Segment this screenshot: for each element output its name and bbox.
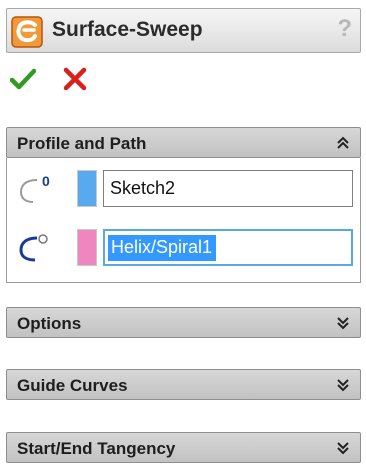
group-header-guide-curves[interactable]: Guide Curves bbox=[6, 369, 361, 400]
group-title: Profile and Path bbox=[17, 134, 147, 153]
double-chevron-down-icon[interactable] bbox=[336, 316, 350, 330]
profile-color-swatch bbox=[77, 170, 97, 207]
help-icon[interactable]: ? bbox=[337, 15, 352, 43]
profile-selection-field[interactable]: Sketch2 bbox=[103, 170, 353, 207]
path-icon bbox=[19, 234, 48, 262]
double-chevron-down-icon[interactable] bbox=[336, 378, 350, 392]
double-chevron-down-icon[interactable] bbox=[336, 441, 350, 455]
feature-title: Surface-Sweep bbox=[52, 18, 203, 41]
svg-text:0: 0 bbox=[42, 173, 50, 189]
path-value: Helix/Spiral1 bbox=[108, 235, 217, 261]
property-manager-titlebar: Surface-Sweep ? bbox=[6, 8, 361, 53]
checkmark-icon[interactable] bbox=[10, 66, 36, 92]
path-color-swatch bbox=[77, 229, 97, 266]
surface-sweep-icon bbox=[11, 16, 43, 48]
group-title: Guide Curves bbox=[17, 376, 128, 395]
double-chevron-up-icon[interactable] bbox=[336, 136, 350, 150]
group-header-profile-and-path[interactable]: Profile and Path bbox=[6, 127, 361, 158]
group-title: Options bbox=[17, 314, 82, 333]
group-title: Start/End Tangency bbox=[17, 439, 176, 458]
profile-icon: 0 bbox=[19, 173, 50, 203]
group-header-options[interactable]: Options bbox=[6, 307, 361, 338]
profile-value: Sketch2 bbox=[110, 178, 176, 198]
x-icon[interactable] bbox=[62, 66, 88, 92]
path-selection-field[interactable]: Helix/Spiral1 bbox=[103, 229, 353, 266]
profile-path-panel: 0 Sketch2 Helix/Spiral1 bbox=[6, 158, 361, 283]
group-header-start-end-tangency[interactable]: Start/End Tangency bbox=[6, 432, 361, 463]
